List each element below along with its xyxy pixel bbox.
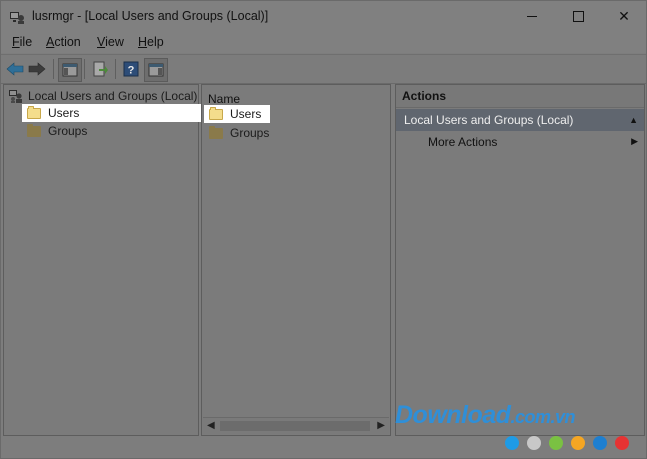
watermark-dot xyxy=(571,436,585,450)
watermark-dot xyxy=(615,436,629,450)
more-actions-item[interactable]: More Actions xyxy=(428,135,497,149)
tree-item-label: Users xyxy=(48,106,80,120)
watermark-suffix: .com.vn xyxy=(510,407,575,427)
list-item-users[interactable]: Users xyxy=(204,105,270,123)
tree-item-groups[interactable]: Groups xyxy=(22,122,87,140)
menu-bar: File Action View Help xyxy=(1,32,646,53)
title-bar[interactable]: lusrmgr - [Local Users and Groups (Local… xyxy=(1,1,646,32)
show-hide-action-pane-button[interactable] xyxy=(144,58,168,82)
actions-header: Actions xyxy=(396,85,644,108)
close-icon: ✕ xyxy=(618,8,630,24)
lusrmgr-window: lusrmgr - [Local Users and Groups (Local… xyxy=(0,0,647,459)
export-list-button[interactable] xyxy=(89,58,111,80)
list-item-groups[interactable]: Groups xyxy=(204,124,269,142)
console-tree-pane[interactable]: Local Users and Groups (Local) Users Gro… xyxy=(3,84,202,436)
actions-group-local-users-groups[interactable]: Local Users and Groups (Local) ▲ xyxy=(396,109,644,131)
forward-button[interactable] xyxy=(26,58,48,80)
actions-group-label: Local Users and Groups (Local) xyxy=(404,113,574,127)
scroll-left-arrow-icon[interactable]: ◀ xyxy=(207,420,215,431)
window-title: lusrmgr - [Local Users and Groups (Local… xyxy=(32,9,269,23)
maximize-button[interactable] xyxy=(555,1,601,32)
menu-help[interactable]: Help xyxy=(138,35,164,49)
show-hide-action-pane-icon xyxy=(148,63,164,77)
tree-item-users[interactable]: Users xyxy=(22,104,202,122)
submenu-arrow-icon[interactable]: ▶ xyxy=(631,136,638,147)
toolbar: ? xyxy=(1,54,646,84)
menu-view[interactable]: View xyxy=(97,35,124,49)
minimize-button[interactable] xyxy=(509,1,555,32)
help-button[interactable]: ? xyxy=(120,58,142,80)
folder-icon xyxy=(209,125,223,139)
list-item-label: Groups xyxy=(230,126,270,140)
tree-item-label: Groups xyxy=(48,124,88,138)
forward-arrow-icon xyxy=(28,62,46,76)
scroll-right-arrow-icon[interactable]: ▶ xyxy=(377,420,385,431)
list-item-label: Users xyxy=(230,107,262,121)
svg-text:?: ? xyxy=(128,65,135,77)
minimize-icon xyxy=(527,16,537,17)
horizontal-scrollbar[interactable]: ◀ ▶ xyxy=(203,417,389,434)
toolbar-separator xyxy=(84,59,85,79)
folder-icon xyxy=(27,123,41,137)
help-icon: ? xyxy=(123,61,139,77)
maximize-icon xyxy=(572,11,584,22)
scrollbar-thumb[interactable] xyxy=(220,421,370,431)
export-list-icon xyxy=(93,61,108,77)
users-groups-snapin-icon xyxy=(9,90,22,103)
toolbar-separator xyxy=(53,59,54,79)
tree-root-item[interactable]: Local Users and Groups (Local) xyxy=(8,87,197,105)
watermark-dot xyxy=(549,436,563,450)
download-watermark: Download.com.vn xyxy=(395,401,575,430)
watermark-dot xyxy=(505,436,519,450)
menu-file[interactable]: File xyxy=(12,35,32,49)
back-arrow-icon xyxy=(6,62,24,76)
back-button[interactable] xyxy=(4,58,26,80)
show-hide-console-tree-button[interactable] xyxy=(58,58,82,82)
computer-management-icon xyxy=(10,12,24,24)
result-list-pane[interactable]: Name Users Groups ◀ ▶ xyxy=(201,84,391,436)
watermark-dots xyxy=(505,436,629,450)
folder-icon xyxy=(27,105,41,119)
watermark-dot xyxy=(527,436,541,450)
actions-pane: Actions Local Users and Groups (Local) ▲… xyxy=(395,84,645,436)
menu-action[interactable]: Action xyxy=(46,35,81,49)
column-header-name[interactable]: Name xyxy=(208,92,240,106)
folder-icon xyxy=(209,106,223,120)
show-hide-console-tree-icon xyxy=(62,63,78,77)
tree-root-label: Local Users and Groups (Local) xyxy=(28,89,198,103)
close-button[interactable]: ✕ xyxy=(601,1,647,32)
watermark-brand: Download xyxy=(395,401,511,429)
collapse-up-icon[interactable]: ▲ xyxy=(629,109,638,131)
watermark-dot xyxy=(593,436,607,450)
toolbar-separator xyxy=(115,59,116,79)
